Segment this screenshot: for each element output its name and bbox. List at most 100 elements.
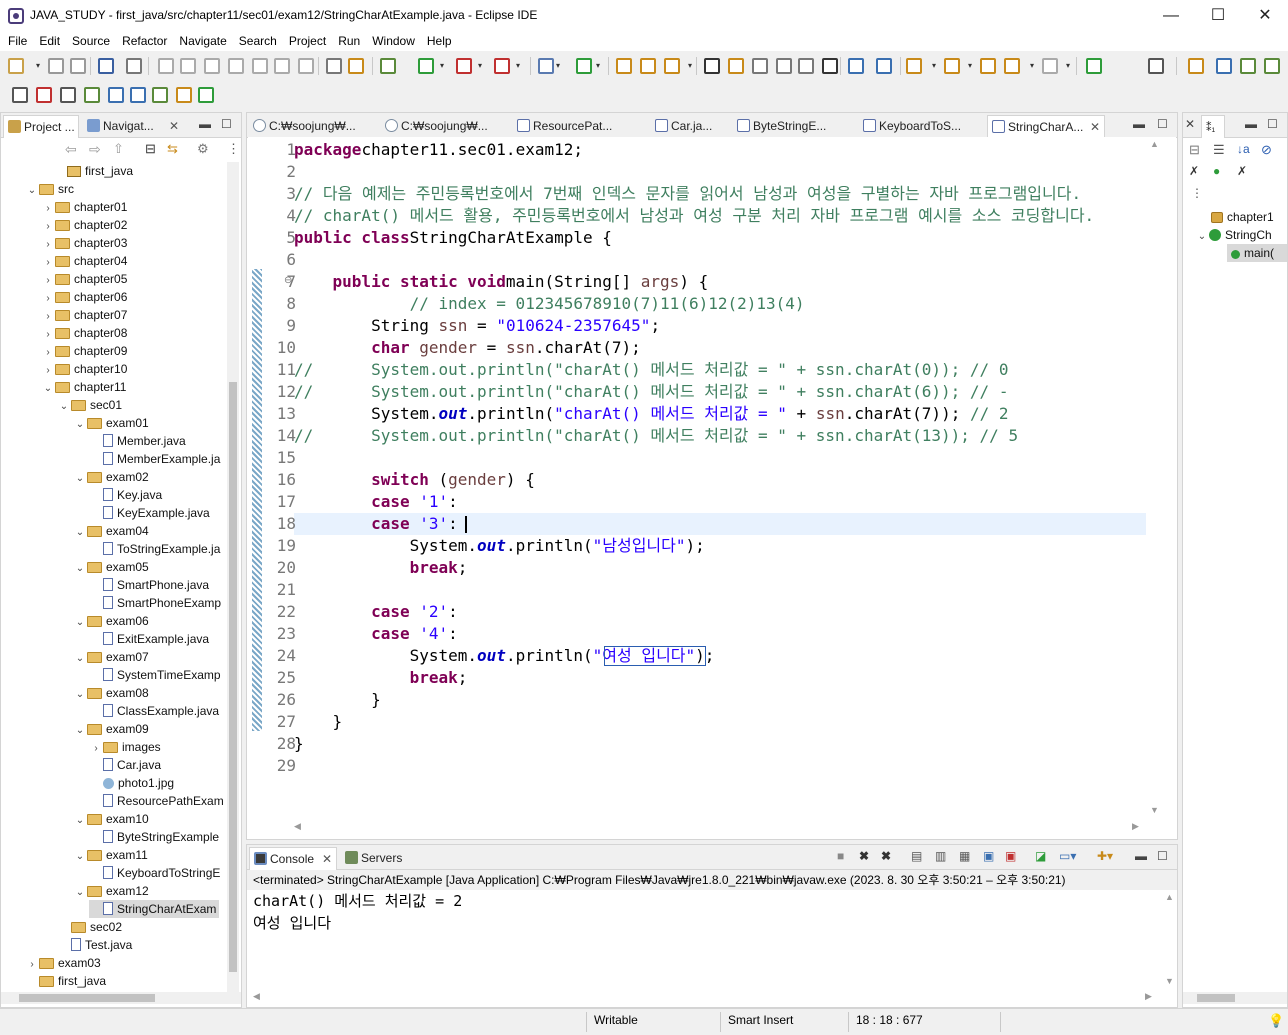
new-java-project-icon[interactable] <box>538 58 554 74</box>
code-line[interactable]: // charAt() 메서드 활용, 주민등록번호에서 남성과 여성 구분 처… <box>294 205 1094 227</box>
tree-item[interactable]: SystemTimeExamp <box>89 666 221 684</box>
editor-tab[interactable]: C:₩soojung₩... <box>249 115 377 138</box>
tree-item[interactable]: KeyExample.java <box>89 504 210 522</box>
dropdown-arrow-icon[interactable]: ▾ <box>1066 61 1070 70</box>
editor-tab[interactable]: KeyboardToS... <box>859 115 983 138</box>
console-output[interactable]: charAt() 메서드 처리값 = 2 여성 입니다 <box>253 890 1163 990</box>
editor-tab[interactable]: StringCharA... ✕ <box>987 115 1105 139</box>
expanded-arrow-icon[interactable]: ⌄ <box>73 812 87 830</box>
tree-item[interactable]: ⌄ exam11 <box>73 846 148 864</box>
expanded-arrow-icon[interactable]: ⌄ <box>73 470 87 488</box>
minimize-button[interactable]: — <box>1148 0 1194 31</box>
close-tab-icon[interactable]: ✕ <box>1090 116 1100 138</box>
menu-window[interactable]: Window <box>366 34 421 48</box>
pin-console-icon[interactable]: ◪ <box>1035 849 1046 863</box>
tree-item[interactable]: StringCharAtExam <box>89 900 219 918</box>
tree-item[interactable]: › images <box>89 738 160 756</box>
tree-item[interactable]: ⌄ exam01 <box>73 414 149 432</box>
download-icon[interactable] <box>198 87 214 103</box>
tab-outline[interactable]: ⁑₁ <box>1201 115 1225 139</box>
outline-item-class[interactable]: ⌄ StringCh <box>1195 226 1272 244</box>
table-icon[interactable] <box>60 87 76 103</box>
code-line[interactable]: // index = 012345678910(7)11(6)12(2)13(4… <box>294 293 805 315</box>
toggle-mark-occurrences-icon[interactable] <box>704 58 720 74</box>
outline-hscroll-thumb[interactable] <box>1197 994 1235 1002</box>
save-all-icon[interactable] <box>70 58 86 74</box>
tree-item[interactable]: MemberExample.ja <box>89 450 220 468</box>
menu-source[interactable]: Source <box>66 34 116 48</box>
terminal-icon[interactable] <box>98 58 114 74</box>
use-step-filters-icon[interactable] <box>326 58 342 74</box>
close-outline-icon[interactable]: ✕ <box>1185 117 1195 131</box>
paragraph-icon[interactable] <box>822 58 838 74</box>
tree-item[interactable]: ⌄ src <box>25 180 74 198</box>
block-selection-icon[interactable] <box>776 58 792 74</box>
code-line[interactable]: } <box>294 733 304 755</box>
code-line[interactable]: } <box>294 711 343 733</box>
fold-icon[interactable]: ⊖ <box>284 275 292 286</box>
web-browser-icon[interactable] <box>848 58 864 74</box>
tree-item[interactable]: ⌄ exam02 <box>73 468 149 486</box>
tree-hscroll-thumb[interactable] <box>19 994 155 1002</box>
code-editor[interactable]: 1 packagechapter11.sec01.exam12; 2 3// 다음 예… <box>248 137 1176 837</box>
code-lines[interactable]: 1 packagechapter11.sec01.exam12; 2 3// 다음 예… <box>262 137 1160 821</box>
minimize-view-icon[interactable]: ▬ <box>199 117 211 131</box>
tree-item[interactable]: › chapter02 <box>41 216 127 234</box>
close-window-button[interactable]: ✕ <box>1242 0 1288 31</box>
tree-icon[interactable] <box>84 87 100 103</box>
tree-item[interactable]: › chapter03 <box>41 234 127 252</box>
tree-item[interactable]: ResourcePathExam <box>89 792 224 810</box>
tree-item[interactable]: › chapter01 <box>41 198 127 216</box>
import-icon[interactable] <box>130 87 146 103</box>
run-icon[interactable] <box>418 58 434 74</box>
tree-item[interactable]: ⌄ exam08 <box>73 684 149 702</box>
dropdown-arrow-icon[interactable]: ▾ <box>932 61 936 70</box>
step-return-icon[interactable] <box>298 58 314 74</box>
collapse-all-icon[interactable]: ⊟ <box>145 141 156 157</box>
dropdown-arrow-icon[interactable]: ▾ <box>478 61 482 70</box>
git-perspective-icon[interactable] <box>1264 58 1280 74</box>
scroll-left-icon[interactable]: ◀ <box>294 821 301 832</box>
collapse-all-icon[interactable]: ⊟ <box>1189 142 1200 158</box>
code-line[interactable]: // System.out.println("charAt() 메서드 처리값 … <box>294 381 1008 403</box>
hierarchy-icon[interactable] <box>152 87 168 103</box>
code-line[interactable]: packagechapter11.sec01.exam12; <box>294 139 583 161</box>
link-editor-icon[interactable]: ⇆ <box>167 141 178 157</box>
disconnect-icon[interactable] <box>228 58 244 74</box>
restore-icon[interactable] <box>12 87 28 103</box>
open-perspective-icon[interactable] <box>1188 58 1204 74</box>
toggle-highlight-icon[interactable] <box>728 58 744 74</box>
editor-tab[interactable]: ResourcePat... <box>513 115 647 138</box>
outline-item-method[interactable]: main( <box>1227 244 1287 262</box>
drop-to-frame-icon[interactable] <box>348 58 364 74</box>
suspend-icon[interactable] <box>180 58 196 74</box>
minimize-editor-icon[interactable]: ▬ <box>1133 117 1145 131</box>
dropdown-arrow-icon[interactable]: ▾ <box>36 61 40 70</box>
up-icon[interactable]: ⇧ <box>113 141 124 157</box>
tree-item[interactable]: ⌄ exam07 <box>73 648 149 666</box>
code-line[interactable]: break; <box>294 557 468 579</box>
tree-item[interactable]: KeyboardToStringE <box>89 864 220 882</box>
outline-item-package[interactable]: chapter1 <box>1211 208 1274 226</box>
tree-item[interactable]: ⌄ sec01 <box>57 396 122 414</box>
code-line[interactable]: switch (gender) { <box>294 469 535 491</box>
view-menu-icon[interactable]: ⋮ <box>227 141 240 157</box>
tree-item[interactable]: ⌄ exam06 <box>73 612 149 630</box>
debug-perspective-icon[interactable] <box>1240 58 1256 74</box>
open-type-icon[interactable] <box>616 58 632 74</box>
tree-item[interactable]: ExitExample.java <box>89 630 209 648</box>
last-edit-icon[interactable] <box>980 58 996 74</box>
tree-item[interactable]: Test.java <box>57 936 132 954</box>
tree-item[interactable]: › chapter04 <box>41 252 127 270</box>
forward-icon-tb[interactable] <box>1042 58 1058 74</box>
resume-icon[interactable] <box>158 58 174 74</box>
menu-run[interactable]: Run <box>332 34 366 48</box>
tree-item[interactable]: ⌄ exam05 <box>73 558 149 576</box>
menu-edit[interactable]: Edit <box>33 34 66 48</box>
maximize-button[interactable]: ☐ <box>1195 0 1241 31</box>
code-line[interactable]: System.out.println("남성입니다"); <box>294 535 705 557</box>
tree-item[interactable]: Key.java <box>89 486 162 504</box>
expanded-arrow-icon[interactable]: ⌄ <box>73 614 87 632</box>
search-icon-tb[interactable] <box>664 58 680 74</box>
outline-menu-icon[interactable]: ⋮ <box>1191 186 1203 200</box>
